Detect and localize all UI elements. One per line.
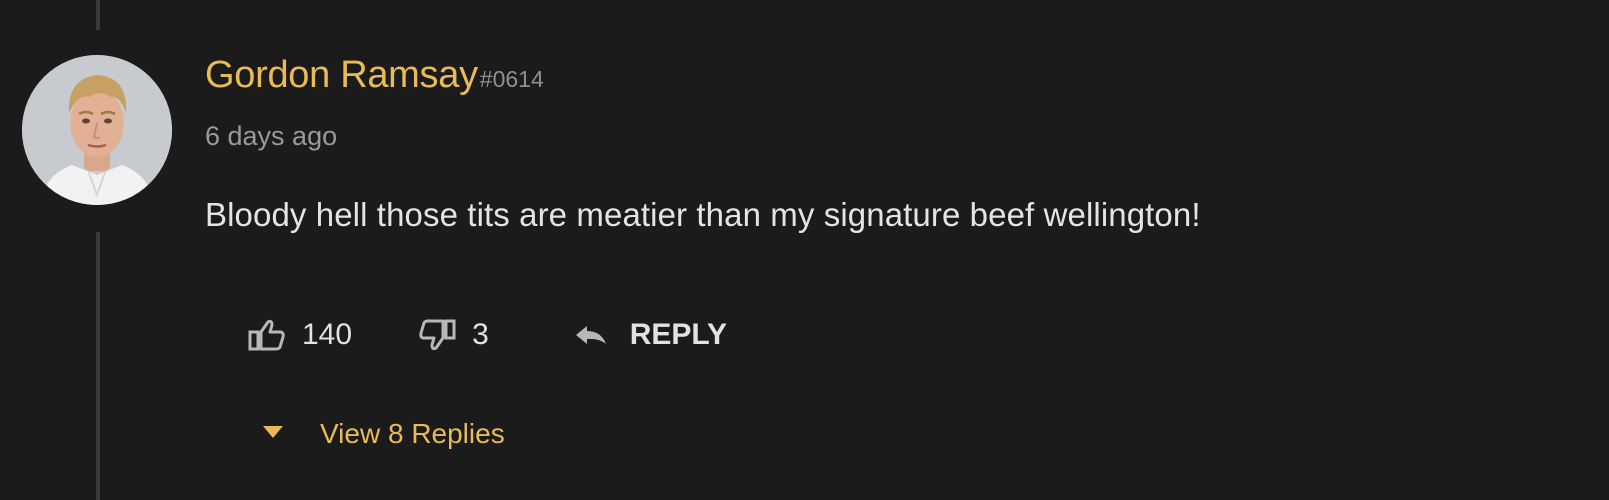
reply-arrow-icon [574,323,608,347]
timestamp: 6 days ago [205,121,338,151]
comment-text: Bloody hell those tits are meatier than … [205,196,1201,233]
like-count: 140 [302,318,353,351]
view-replies-button[interactable]: View 8 Replies [262,418,505,450]
user-tag: #0614 [479,66,544,92]
view-replies-label: View 8 Replies [320,418,505,449]
thumbs-down-icon [418,318,456,352]
like-button[interactable]: 140 [248,318,352,352]
thread-line [96,232,100,500]
reply-label: REPLY [629,318,728,351]
caret-down-icon [262,425,284,444]
avatar[interactable] [22,55,172,205]
reply-button[interactable]: REPLY [574,318,727,352]
username[interactable]: Gordon Ramsay [205,54,478,97]
thread-line-top [96,0,100,30]
dislike-button[interactable]: 3 [418,318,489,352]
thumbs-up-icon [248,318,286,352]
comment-actions: 140 3 REPLY [248,310,727,360]
dislike-count: 3 [472,318,489,351]
comment-header: Gordon Ramsay #0614 [205,54,544,97]
